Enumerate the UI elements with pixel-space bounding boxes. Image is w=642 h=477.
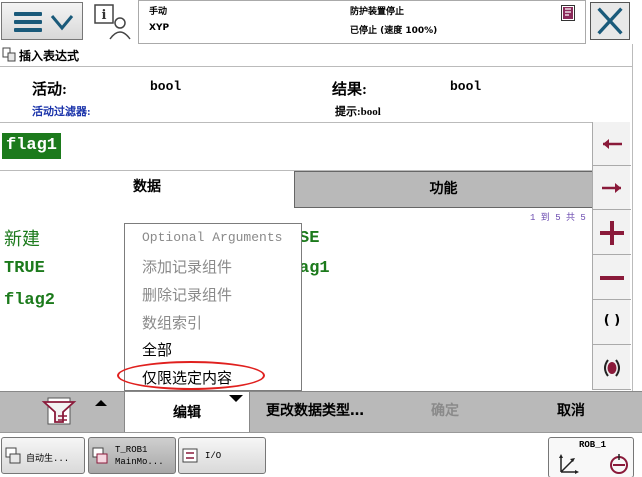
change-data-type-button[interactable]: 更改数据类型… [250, 392, 380, 432]
list-item[interactable]: ag1 [299, 259, 330, 278]
result-label: 结果: [332, 82, 367, 98]
taskbar: 自动生... T_ROB1 MainMo... I/O ROB_1 [0, 432, 642, 477]
io-icon [182, 448, 198, 463]
operator-window-icon[interactable]: i [93, 3, 133, 41]
ok-button[interactable]: 确定 [380, 392, 510, 432]
menu-item-delete-record-component: 删除记录组件 [142, 286, 233, 304]
right-button-column: ( ) [592, 122, 631, 390]
taskbar-label: 自动生... [26, 454, 70, 464]
edit-popup-menu: Optional Arguments 添加记录组件 删除记录组件 数组索引 全部… [117, 223, 302, 391]
active-value: bool [150, 79, 182, 94]
filter-icon [41, 397, 107, 425]
minus-icon [600, 276, 624, 280]
triangle-down-icon [229, 395, 243, 402]
title-row: 插入表达式 [0, 44, 642, 66]
page-count: 1 到 5 共 5 [530, 213, 586, 223]
plus-button[interactable] [593, 211, 631, 255]
arrow-left-icon [603, 139, 622, 149]
menu-item-optional-arguments: Optional Arguments [142, 230, 283, 245]
list-item[interactable]: TRUE [4, 259, 45, 278]
minus-button[interactable] [593, 256, 631, 300]
auto-production-icon [5, 447, 21, 464]
hint-text: 提示:bool [335, 106, 381, 118]
edit-menu-button[interactable]: 编辑 [124, 392, 250, 433]
hamburger-icon [14, 12, 42, 32]
plus-icon [600, 221, 624, 245]
divider [0, 122, 592, 123]
filter-button[interactable] [0, 392, 124, 432]
result-value: bool [450, 79, 482, 94]
chevron-down-icon [50, 15, 74, 31]
move-left-button[interactable] [593, 122, 631, 166]
svg-text:i: i [102, 8, 107, 23]
expression-token[interactable]: flag1 [2, 133, 62, 159]
speed-state: 已停止 (速度 100%) [350, 26, 438, 36]
active-filter-link[interactable]: 活动过滤器: [32, 103, 91, 119]
tab-functions[interactable]: 功能 [295, 171, 592, 208]
coordinate-axes-icon [559, 454, 579, 474]
parentheses-button[interactable]: ( ) [593, 301, 631, 345]
parenthesis-fill-button[interactable] [593, 346, 631, 390]
main-menu-button[interactable] [1, 2, 83, 40]
tab-data[interactable]: 数据 [0, 171, 295, 208]
bottom-command-bar: 编辑 更改数据类型… 确定 取消 [0, 391, 642, 433]
event-log-icon[interactable] [561, 5, 575, 21]
status-panel[interactable]: 手动 XYP 防护装置停止 已停止 (速度 100%) [138, 0, 586, 44]
cancel-button[interactable]: 取消 [510, 392, 632, 432]
quickset-robot-button[interactable]: ROB_1 [548, 437, 634, 477]
menu-item-add-record-component: 添加记录组件 [142, 258, 233, 276]
menu-item-all[interactable]: 全部 [142, 339, 172, 360]
taskbar-item-program[interactable]: T_ROB1 MainMo... [88, 437, 176, 474]
program-editor-icon [2, 47, 16, 62]
list-item[interactable]: flag2 [4, 291, 55, 310]
taskbar-label: MainMo... [115, 457, 164, 467]
guard-state: 防护装置停止 [350, 7, 405, 17]
operating-mode: 手动 [149, 7, 168, 17]
active-label: 活动: [32, 82, 67, 98]
arrow-right-icon [602, 183, 621, 193]
mechanical-unit-name: ROB_1 [579, 440, 607, 450]
tool-icon [610, 454, 628, 474]
divider [0, 66, 642, 67]
taskbar-label: T_ROB1 [115, 445, 148, 455]
taskbar-item-io[interactable]: I/O [178, 437, 266, 474]
taskbar-item-auto[interactable]: 自动生... [1, 437, 85, 474]
list-item[interactable]: SE [299, 229, 319, 248]
parentheses-icon: ( ) [603, 313, 621, 328]
highlight-circle [117, 361, 265, 390]
close-button[interactable] [590, 2, 630, 40]
page-title: 插入表达式 [19, 49, 80, 63]
menu-item-array-index: 数组索引 [142, 314, 203, 332]
taskbar-label: I/O [205, 451, 222, 461]
robot-system-name: XYP [149, 23, 170, 33]
list-item-new[interactable]: 新建 [4, 225, 40, 251]
scroll-edge [632, 44, 642, 394]
top-bar: i 手动 XYP 防护装置停止 已停止 (速度 100%) [0, 0, 642, 44]
program-editor-icon [92, 447, 108, 464]
parenthesis-fill-icon [604, 359, 620, 377]
move-right-button[interactable] [593, 166, 631, 210]
